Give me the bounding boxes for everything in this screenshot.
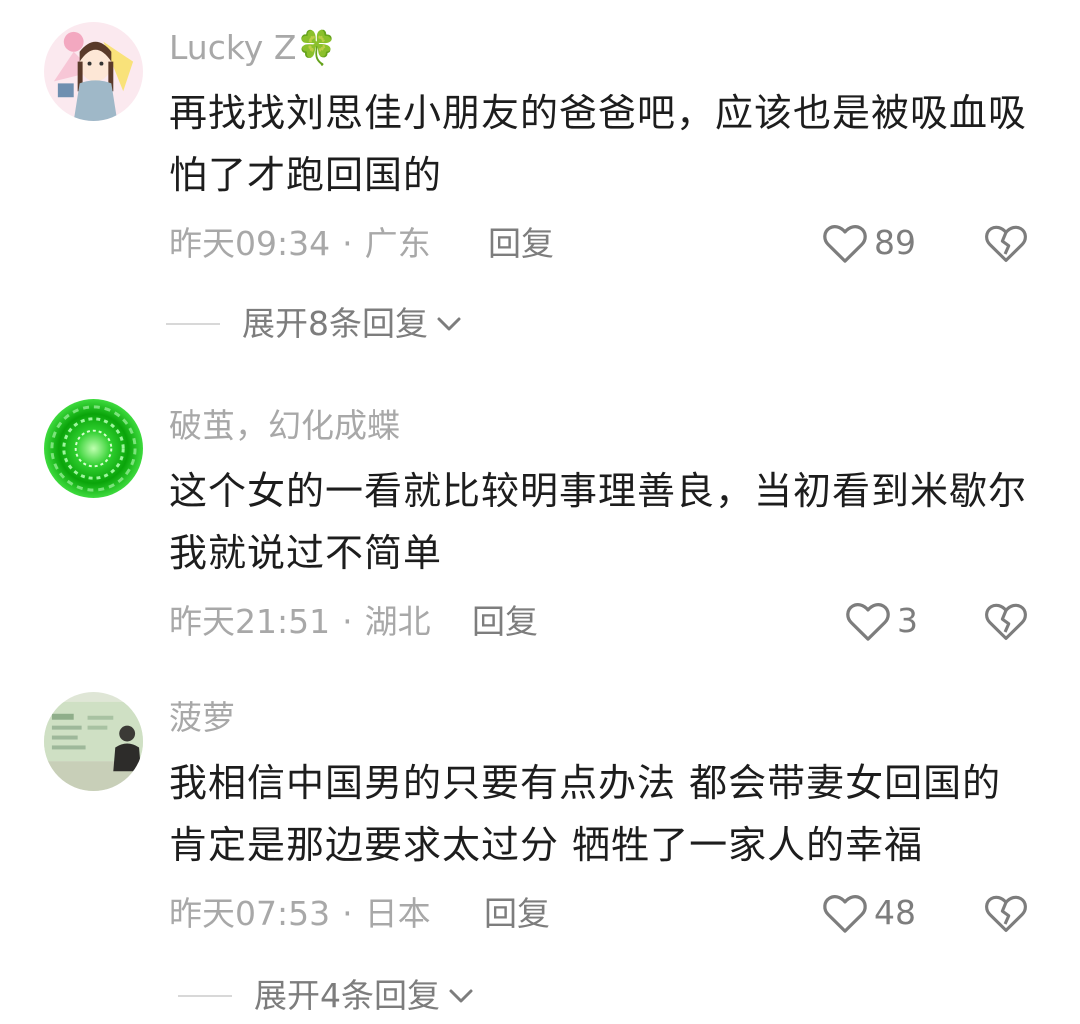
broken-heart-icon — [985, 225, 1027, 262]
comment-username[interactable]: 菠萝 — [169, 698, 235, 738]
meta-separator: · — [342, 894, 353, 933]
comment-location: 日本 — [364, 894, 431, 933]
avatar[interactable] — [44, 22, 143, 121]
comment-meta: 昨天09:34 · 广东 — [169, 224, 431, 264]
meta-separator: · — [342, 224, 353, 263]
expand-replies-button[interactable]: 展开4条回复 — [178, 976, 476, 1016]
heart-outline-icon — [846, 603, 890, 641]
avatar[interactable] — [44, 399, 143, 498]
reply-button[interactable]: 回复 — [472, 602, 538, 642]
comment-text: 这个女的一看就比较明事理善良，当初看到米歇尔我就说过不简单 — [169, 469, 1028, 575]
meta-separator: · — [342, 602, 353, 641]
comment-time: 昨天07:53 — [169, 894, 331, 933]
like-button[interactable]: 48 — [822, 892, 916, 934]
comment-meta: 昨天07:53 · 日本 — [169, 894, 431, 934]
comment-location: 广东 — [364, 224, 431, 263]
broken-heart-icon — [985, 895, 1027, 932]
heart-outline-icon — [823, 225, 867, 263]
reply-button[interactable]: 回复 — [484, 894, 550, 934]
comment-username[interactable]: Lucky Z🍀 — [169, 28, 338, 68]
expand-replies-button[interactable]: 展开8条回复 — [166, 304, 464, 344]
like-count: 48 — [874, 893, 916, 932]
broken-heart-icon — [985, 603, 1027, 640]
like-button[interactable]: 3 — [845, 600, 918, 642]
dislike-button[interactable] — [984, 222, 1028, 264]
comment-text: 我相信中国男的只要有点办法 都会带妻女回国的 肯定是那边要求太过分 牺牲了一家人… — [169, 761, 1002, 867]
reply-button[interactable]: 回复 — [488, 224, 554, 264]
comment-time: 昨天21:51 — [169, 602, 331, 641]
divider-line — [178, 995, 232, 997]
like-count: 3 — [897, 601, 918, 640]
divider-line — [166, 323, 220, 325]
comment-time: 昨天09:34 — [169, 224, 331, 263]
comment-text: 再找找刘思佳小朋友的爸爸吧，应该也是被吸血吸怕了才跑回国的 — [169, 91, 1028, 197]
comment-username[interactable]: 破茧，幻化成蝶 — [169, 406, 400, 446]
heart-outline-icon — [823, 895, 867, 933]
like-button[interactable]: 89 — [822, 222, 916, 264]
chevron-down-icon — [437, 317, 461, 331]
dislike-button[interactable] — [984, 892, 1028, 934]
expand-replies-label: 展开8条回复 — [242, 304, 428, 343]
dislike-button[interactable] — [984, 600, 1028, 642]
chevron-down-icon — [449, 989, 473, 1003]
expand-replies-label: 展开4条回复 — [254, 976, 440, 1015]
comment-location: 湖北 — [364, 602, 431, 641]
like-count: 89 — [874, 223, 916, 262]
comment-meta: 昨天21:51 · 湖北 — [169, 602, 431, 642]
avatar[interactable] — [44, 692, 143, 791]
